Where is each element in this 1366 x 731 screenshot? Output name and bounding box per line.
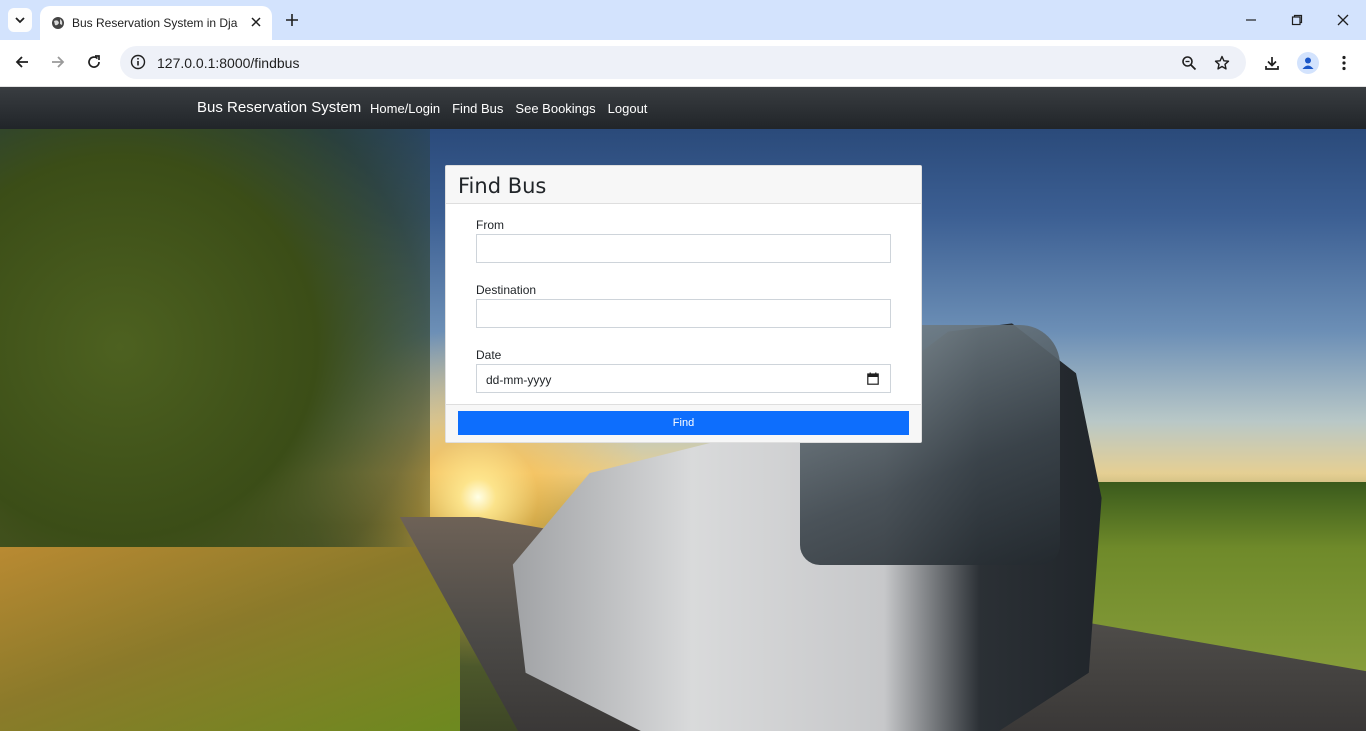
close-icon[interactable]: [248, 14, 264, 30]
back-icon[interactable]: [10, 50, 34, 74]
card-header: Find Bus: [446, 166, 921, 204]
restore-icon[interactable]: [1285, 8, 1309, 32]
url-text: 127.0.0.1:8000/findbus: [157, 55, 300, 71]
find-bus-form: From Destination Date dd-mm-yyyy: [446, 204, 921, 393]
find-button[interactable]: Find: [458, 411, 909, 435]
download-icon[interactable]: [1260, 51, 1284, 75]
tab-title: Bus Reservation System in Djan: [72, 16, 238, 30]
page-viewport: Bus Reservation System Home/Login Find B…: [0, 87, 1366, 731]
plus-icon[interactable]: [282, 8, 302, 32]
zoom-icon[interactable]: [1178, 52, 1200, 74]
browser-tabstrip: Bus Reservation System in Djan: [0, 0, 1366, 40]
destination-input[interactable]: [476, 299, 891, 328]
navbar-brand[interactable]: Bus Reservation System: [197, 99, 361, 116]
nav-links: Home/Login Find Bus See Bookings Logout: [370, 101, 647, 116]
forward-icon[interactable]: [46, 50, 70, 74]
globe-icon: [50, 15, 66, 31]
address-bar[interactable]: 127.0.0.1:8000/findbus: [120, 46, 1246, 79]
find-bus-card: Find Bus From Destination Date dd-mm-yyy…: [445, 165, 922, 443]
tab-list-icon[interactable]: [8, 8, 32, 32]
menu-icon[interactable]: [1332, 51, 1356, 75]
reload-icon[interactable]: [82, 50, 106, 74]
nav-link-home-login[interactable]: Home/Login: [370, 101, 440, 116]
destination-label: Destination: [476, 283, 537, 297]
minimize-icon[interactable]: [1239, 8, 1263, 32]
site-info-icon[interactable]: [128, 52, 148, 72]
page-title: Find Bus: [458, 174, 547, 198]
card-footer: Find: [446, 404, 921, 442]
grass-scenery: [0, 547, 460, 731]
close-window-icon[interactable]: [1331, 8, 1355, 32]
browser-toolbar: 127.0.0.1:8000/findbus: [0, 40, 1366, 87]
browser-tab[interactable]: Bus Reservation System in Djan: [40, 6, 272, 40]
date-input[interactable]: dd-mm-yyyy: [476, 364, 891, 393]
date-label: Date: [476, 348, 502, 362]
date-placeholder: dd-mm-yyyy: [486, 373, 552, 387]
calendar-icon[interactable]: [867, 372, 879, 385]
star-icon[interactable]: [1211, 52, 1233, 74]
nav-link-find-bus[interactable]: Find Bus: [452, 101, 503, 116]
from-input[interactable]: [476, 234, 891, 263]
profile-icon[interactable]: [1296, 51, 1320, 75]
site-navbar: Bus Reservation System Home/Login Find B…: [0, 87, 1366, 129]
nav-link-see-bookings[interactable]: See Bookings: [515, 101, 595, 116]
nav-link-logout[interactable]: Logout: [608, 101, 648, 116]
from-label: From: [476, 218, 504, 232]
